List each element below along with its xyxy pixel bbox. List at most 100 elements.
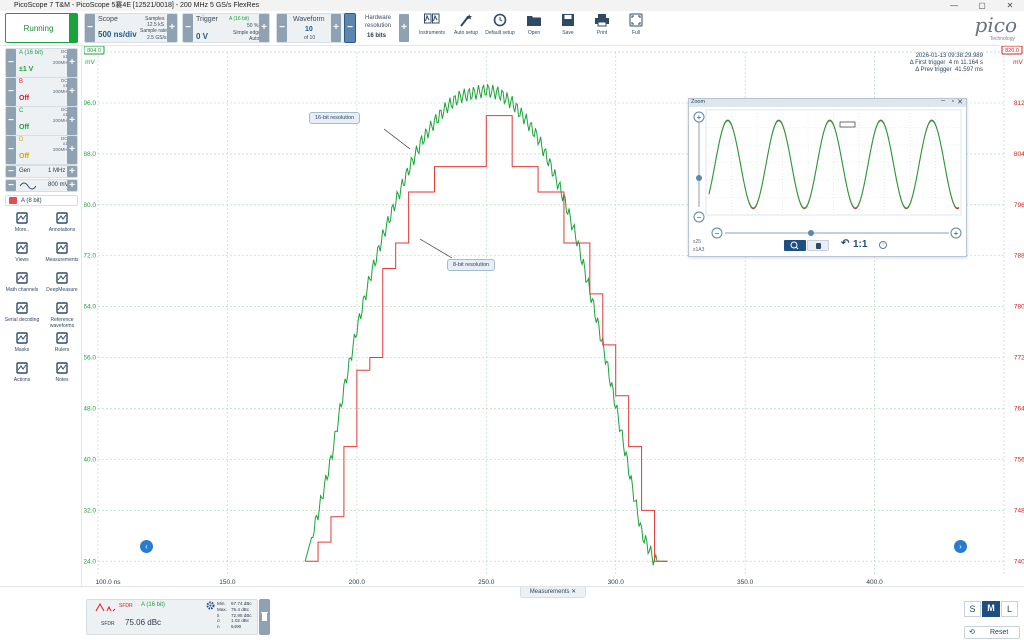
size-l-button[interactable]: L xyxy=(1001,601,1018,617)
zoom-titlebar[interactable]: Zoom ✕ ▫ – xyxy=(689,97,966,107)
grid-icon xyxy=(16,212,28,224)
tool-rulers[interactable]: Rulers xyxy=(43,331,81,353)
amp-decrease-button[interactable]: − xyxy=(6,180,16,191)
print-label: Print xyxy=(596,30,608,36)
channel-increase-button[interactable]: + xyxy=(67,49,77,77)
hwres-value[interactable]: 16 bits xyxy=(367,33,386,39)
measurement-card[interactable]: SFDR A (16 bit) SFDR 75.06 dBc Min. 67.74… xyxy=(86,599,258,635)
tool-actions[interactable]: Actions xyxy=(3,361,41,383)
measurements-tab-label: Measurements xyxy=(529,589,570,595)
channel-decrease-button[interactable]: − xyxy=(6,49,16,77)
channel-increase-button[interactable]: + xyxy=(67,107,77,135)
reset-icon xyxy=(493,13,507,27)
pan-mode-button[interactable] xyxy=(807,240,829,251)
trigger-decrease-button[interactable]: − xyxy=(183,14,193,42)
ruler-icon xyxy=(56,332,68,344)
zoom-minimize-icon[interactable]: – xyxy=(941,97,945,104)
channel-name: C xyxy=(19,108,24,114)
save-icon xyxy=(562,14,574,26)
gen-increase-button[interactable]: + xyxy=(67,166,77,177)
plus-icon: + xyxy=(954,229,959,238)
channel-d-panel[interactable]: − D DC x1 200MHz Off + xyxy=(5,135,78,165)
gen-amplitude[interactable]: 800 mV xyxy=(48,182,69,188)
channel-b-panel[interactable]: − B DC x1 200MHz Off + xyxy=(5,77,78,107)
tool-masks[interactable]: Masks xyxy=(3,331,41,353)
tool-serial-decoding[interactable]: Serial decoding xyxy=(3,301,41,323)
zoom-undo-icon[interactable]: ↶ xyxy=(841,238,849,249)
channel-range[interactable]: Off xyxy=(19,124,29,131)
channel-decrease-button[interactable]: − xyxy=(6,78,16,106)
channel-decrease-button[interactable]: − xyxy=(6,107,16,135)
run-stop-button[interactable]: Running xyxy=(5,13,78,43)
sigma-icon xyxy=(16,272,28,284)
gear-icon[interactable] xyxy=(206,601,215,610)
channel-name: A (16 bit) xyxy=(19,50,44,56)
math-channel-color xyxy=(9,197,17,204)
tool-math-channels[interactable]: Math channels xyxy=(3,271,41,293)
waveform-history-button[interactable]: − xyxy=(344,13,356,43)
timebase-decrease-button[interactable]: − xyxy=(85,14,95,42)
trigger-level[interactable]: 0 V xyxy=(196,32,208,41)
gen-label: Gen xyxy=(19,168,31,174)
size-s-button[interactable]: S xyxy=(964,601,981,617)
y-right-tick-label: 740.0 xyxy=(1014,558,1024,565)
gen-amp-row: − 800 mV + xyxy=(5,179,78,192)
delete-measurement-button[interactable] xyxy=(259,599,270,635)
close-tab-icon[interactable]: ✕ xyxy=(571,589,576,595)
tool-reference-waveforms[interactable]: Reference waveforms xyxy=(43,301,81,329)
tool-notes[interactable]: Notes xyxy=(43,361,81,383)
minimize-button[interactable]: — xyxy=(940,0,968,11)
fullscreen-button[interactable]: Full xyxy=(621,13,651,36)
channel-decrease-button[interactable]: − xyxy=(6,136,16,164)
tool-deepmeasure[interactable]: DeepMeasure xyxy=(43,271,81,293)
maximize-button[interactable]: ▢ xyxy=(968,0,996,11)
amp-increase-button[interactable]: + xyxy=(67,180,77,191)
default-setup-button[interactable]: Default setup xyxy=(485,13,515,36)
tool-annotations[interactable]: Annotations xyxy=(43,211,81,233)
waveform-next-button[interactable]: + xyxy=(331,14,341,42)
math-channel-chip[interactable]: A (8 bit) xyxy=(5,195,78,206)
gen-decrease-button[interactable]: − xyxy=(6,166,16,177)
open-button[interactable]: Open xyxy=(519,13,549,36)
trigger-increase-button[interactable]: + xyxy=(259,14,269,42)
window-title: PicoScope 7 T&M - PicoScope 5褰4E [12521/… xyxy=(14,2,259,9)
zoom-window[interactable]: Zoom ✕ ▫ – + − − + x25 x1A3 ↶ 1:1 i xyxy=(688,97,967,257)
save-button[interactable]: Save xyxy=(553,13,583,36)
scroll-right-button[interactable]: › xyxy=(954,540,967,553)
zoom-mode-button[interactable] xyxy=(784,240,806,251)
tool-measurements[interactable]: Measurements xyxy=(43,241,81,263)
zoom-ratio-button[interactable]: 1:1 xyxy=(853,239,867,250)
save-label: Save xyxy=(562,30,574,36)
timebase-value[interactable]: 500 ns/div xyxy=(98,30,137,39)
zoom-close-icon[interactable]: ✕ xyxy=(957,98,963,106)
channel-a-panel[interactable]: − A (16 bit) DC x1 200MHz ±1 V + xyxy=(5,48,78,78)
channel-range[interactable]: Off xyxy=(19,95,29,102)
zoom-hslider-thumb[interactable] xyxy=(808,230,814,236)
zoom-restore-icon[interactable]: ▫ xyxy=(952,98,954,105)
channel-range[interactable]: Off xyxy=(19,153,29,160)
x-tick-label: 350.0 xyxy=(737,579,754,586)
instruments-button[interactable]: Instruments xyxy=(417,13,447,36)
timebase-increase-button[interactable]: + xyxy=(167,14,177,42)
channel-increase-button[interactable]: + xyxy=(67,78,77,106)
print-button[interactable]: Print xyxy=(587,13,617,36)
reset-button[interactable]: ⟲ Reset xyxy=(964,626,1020,639)
zoom-plot[interactable]: + − − + xyxy=(689,107,966,257)
tool-views[interactable]: Views xyxy=(3,241,41,263)
close-button[interactable]: ✕ xyxy=(996,0,1024,11)
hwres-increase-button[interactable]: + xyxy=(399,14,409,42)
channel-range[interactable]: ±1 V xyxy=(19,66,33,73)
gen-freq[interactable]: 1 MHz xyxy=(48,168,65,174)
tool-label: Notes xyxy=(55,377,69,383)
channel-increase-button[interactable]: + xyxy=(67,136,77,164)
size-m-button[interactable]: M xyxy=(982,601,1000,617)
info-icon[interactable]: i xyxy=(879,241,887,249)
measurements-tab[interactable]: Measurements ✕ xyxy=(520,587,586,598)
channel-c-panel[interactable]: − C DC x1 200MHz Off + xyxy=(5,106,78,136)
waveform-prev-button[interactable]: − xyxy=(277,14,287,42)
zoom-vslider-thumb[interactable] xyxy=(696,175,702,181)
scroll-left-button[interactable]: ‹ xyxy=(140,540,153,553)
logo-subtext: Technology xyxy=(989,36,1015,42)
tool-more[interactable]: More.. xyxy=(3,211,41,233)
auto-setup-button[interactable]: Auto setup xyxy=(451,13,481,36)
